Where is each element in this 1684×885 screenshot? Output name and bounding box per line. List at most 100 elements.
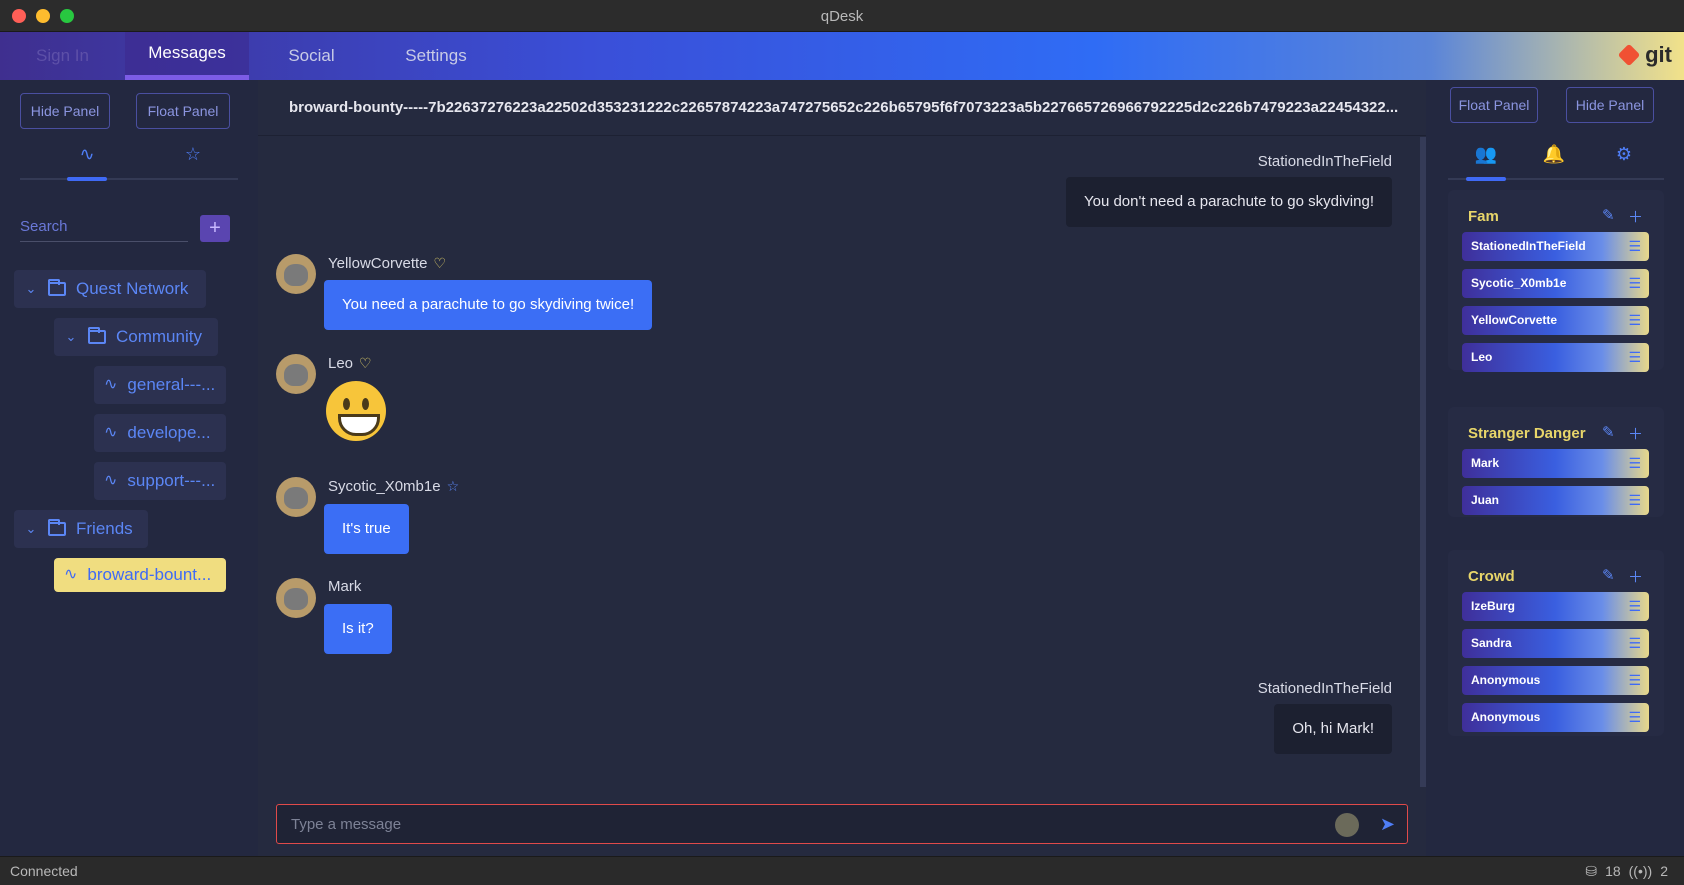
git-logo-text: git: [1645, 42, 1672, 67]
member-item[interactable]: Anonymous ☰: [1462, 703, 1649, 732]
message-bubble: It's true: [324, 504, 409, 554]
avatar[interactable]: [276, 354, 316, 394]
activity-tab[interactable]: ∿: [67, 134, 107, 174]
tree-label: Friends: [76, 519, 133, 538]
message-input-bar: ➤: [276, 804, 1408, 844]
message-sender: Mark: [328, 578, 362, 595]
folder-icon: [48, 279, 66, 296]
sliders-icon[interactable]: ☰: [1628, 449, 1641, 478]
window-titlebar: qDesk: [0, 0, 1684, 32]
connection-count: 2: [1660, 863, 1668, 879]
pulse-icon: ∿: [104, 472, 118, 489]
send-icon[interactable]: ➤: [1380, 814, 1395, 835]
message-sender-row: Leo ♡: [328, 355, 372, 372]
sliders-icon[interactable]: ☰: [1628, 306, 1641, 335]
member-item[interactable]: Leo ☰: [1462, 343, 1649, 372]
tab-messages[interactable]: Messages: [125, 32, 249, 80]
connection-status: Connected: [10, 863, 78, 879]
sliders-icon[interactable]: ☰: [1628, 269, 1641, 298]
member-item[interactable]: IzeBurg ☰: [1462, 592, 1649, 621]
member-item[interactable]: StationedInTheField ☰: [1462, 232, 1649, 261]
notifications-tab[interactable]: 🔔: [1534, 134, 1574, 174]
pulse-icon: ∿: [79, 144, 95, 164]
avatar[interactable]: [276, 254, 316, 294]
active-tab-indicator: [1466, 177, 1506, 181]
top-navigation: Sign In Messages Social Settings git: [0, 32, 1684, 80]
tree-label: support---...: [127, 471, 216, 490]
heart-icon: ♡: [433, 255, 447, 271]
tree-channel-support[interactable]: ∿ support---...: [94, 462, 226, 500]
pulse-icon: ∿: [104, 376, 118, 393]
sliders-icon[interactable]: ☰: [1628, 343, 1641, 372]
heart-icon: ♡: [359, 355, 372, 371]
star-icon: ☆: [184, 144, 202, 164]
member-name: StationedInTheField: [1471, 239, 1586, 253]
tree-label: Quest Network: [76, 279, 189, 298]
favorites-tab[interactable]: ☆: [173, 134, 213, 174]
member-item[interactable]: Sandra ☰: [1462, 629, 1649, 658]
tree-folder-friends[interactable]: ⌄ Friends: [14, 510, 148, 548]
git-logo: git: [1617, 42, 1672, 68]
message-sender: Leo: [328, 355, 354, 372]
add-member-icon[interactable]: ＋: [1628, 566, 1643, 587]
message-input[interactable]: [291, 805, 1291, 843]
emoji-picker-icon[interactable]: [1335, 813, 1359, 837]
sliders-icon[interactable]: ☰: [1628, 486, 1641, 515]
tab-settings[interactable]: Settings: [374, 32, 498, 80]
left-hide-panel-button[interactable]: Hide Panel: [20, 93, 110, 129]
tab-social[interactable]: Social: [249, 32, 374, 80]
tab-divider: [20, 178, 238, 180]
message-sender-row: YellowCorvette ♡: [328, 255, 446, 272]
grinning-emoji-icon: [326, 381, 386, 441]
search-input[interactable]: Search: [20, 212, 188, 242]
member-name: Anonymous: [1471, 710, 1541, 724]
tree-folder-quest-network[interactable]: ⌄ Quest Network: [14, 270, 206, 308]
member-item[interactable]: YellowCorvette ☰: [1462, 306, 1649, 335]
member-item[interactable]: Sycotic_X0mb1e ☰: [1462, 269, 1649, 298]
add-member-icon[interactable]: ＋: [1628, 423, 1643, 444]
tree-label: Community: [116, 327, 202, 346]
edit-icon[interactable]: ✎: [1602, 566, 1615, 584]
member-name: Anonymous: [1471, 673, 1541, 687]
message-sender-row: Sycotic_X0mb1e ☆: [328, 478, 459, 495]
member-item[interactable]: Mark ☰: [1462, 449, 1649, 478]
group-title: Crowd: [1468, 568, 1515, 585]
status-bar: Connected ⛁ 18 ((•)) 2: [0, 856, 1684, 885]
contacts-tab[interactable]: 👥: [1466, 134, 1506, 174]
add-member-icon[interactable]: ＋: [1628, 206, 1643, 227]
tree-channel-broward-bounty[interactable]: ∿ broward-bount...: [54, 558, 226, 592]
right-float-panel-button[interactable]: Float Panel: [1450, 87, 1538, 123]
member-name: Sandra: [1471, 636, 1512, 650]
member-name: IzeBurg: [1471, 599, 1516, 613]
signal-icon: ((•)): [1628, 863, 1653, 879]
status-indicators: ⛁ 18 ((•)) 2: [1585, 857, 1668, 885]
right-panel: Float Panel Hide Panel 👥 🔔 ⚙ Fam ✎ ＋ Sta…: [1426, 80, 1684, 856]
chat-column: broward-bounty-----7b22637276223a22502d3…: [258, 80, 1426, 856]
tab-sign-in[interactable]: Sign In: [0, 32, 125, 80]
member-item[interactable]: Juan ☰: [1462, 486, 1649, 515]
folder-icon: [48, 519, 66, 536]
avatar[interactable]: [276, 477, 316, 517]
right-hide-panel-button[interactable]: Hide Panel: [1566, 87, 1654, 123]
contact-group-crowd: Crowd ✎ ＋ IzeBurg ☰ Sandra ☰ Anonymous ☰ An…: [1448, 550, 1664, 736]
sliders-icon[interactable]: ☰: [1628, 666, 1641, 695]
sliders-icon[interactable]: ☰: [1628, 703, 1641, 732]
tree-folder-community[interactable]: ⌄ Community: [54, 318, 218, 356]
tree-label: broward-bount...: [87, 565, 212, 584]
member-name: YellowCorvette: [1471, 313, 1558, 327]
member-name: Leo: [1471, 350, 1493, 364]
member-item[interactable]: Anonymous ☰: [1462, 666, 1649, 695]
edit-icon[interactable]: ✎: [1602, 206, 1615, 224]
tree-channel-general[interactable]: ∿ general---...: [94, 366, 226, 404]
sliders-icon[interactable]: ☰: [1628, 232, 1641, 261]
left-float-panel-button[interactable]: Float Panel: [136, 93, 230, 129]
left-panel: Hide Panel Float Panel ∿ ☆ Search + ⌄ Qu…: [0, 80, 258, 856]
tree-label: develope...: [127, 423, 211, 442]
sliders-icon[interactable]: ☰: [1628, 592, 1641, 621]
edit-icon[interactable]: ✎: [1602, 423, 1615, 441]
settings-tab[interactable]: ⚙: [1604, 134, 1644, 174]
sliders-icon[interactable]: ☰: [1628, 629, 1641, 658]
add-channel-button[interactable]: +: [200, 215, 230, 242]
tree-channel-developer[interactable]: ∿ develope...: [94, 414, 226, 452]
avatar[interactable]: [276, 578, 316, 618]
